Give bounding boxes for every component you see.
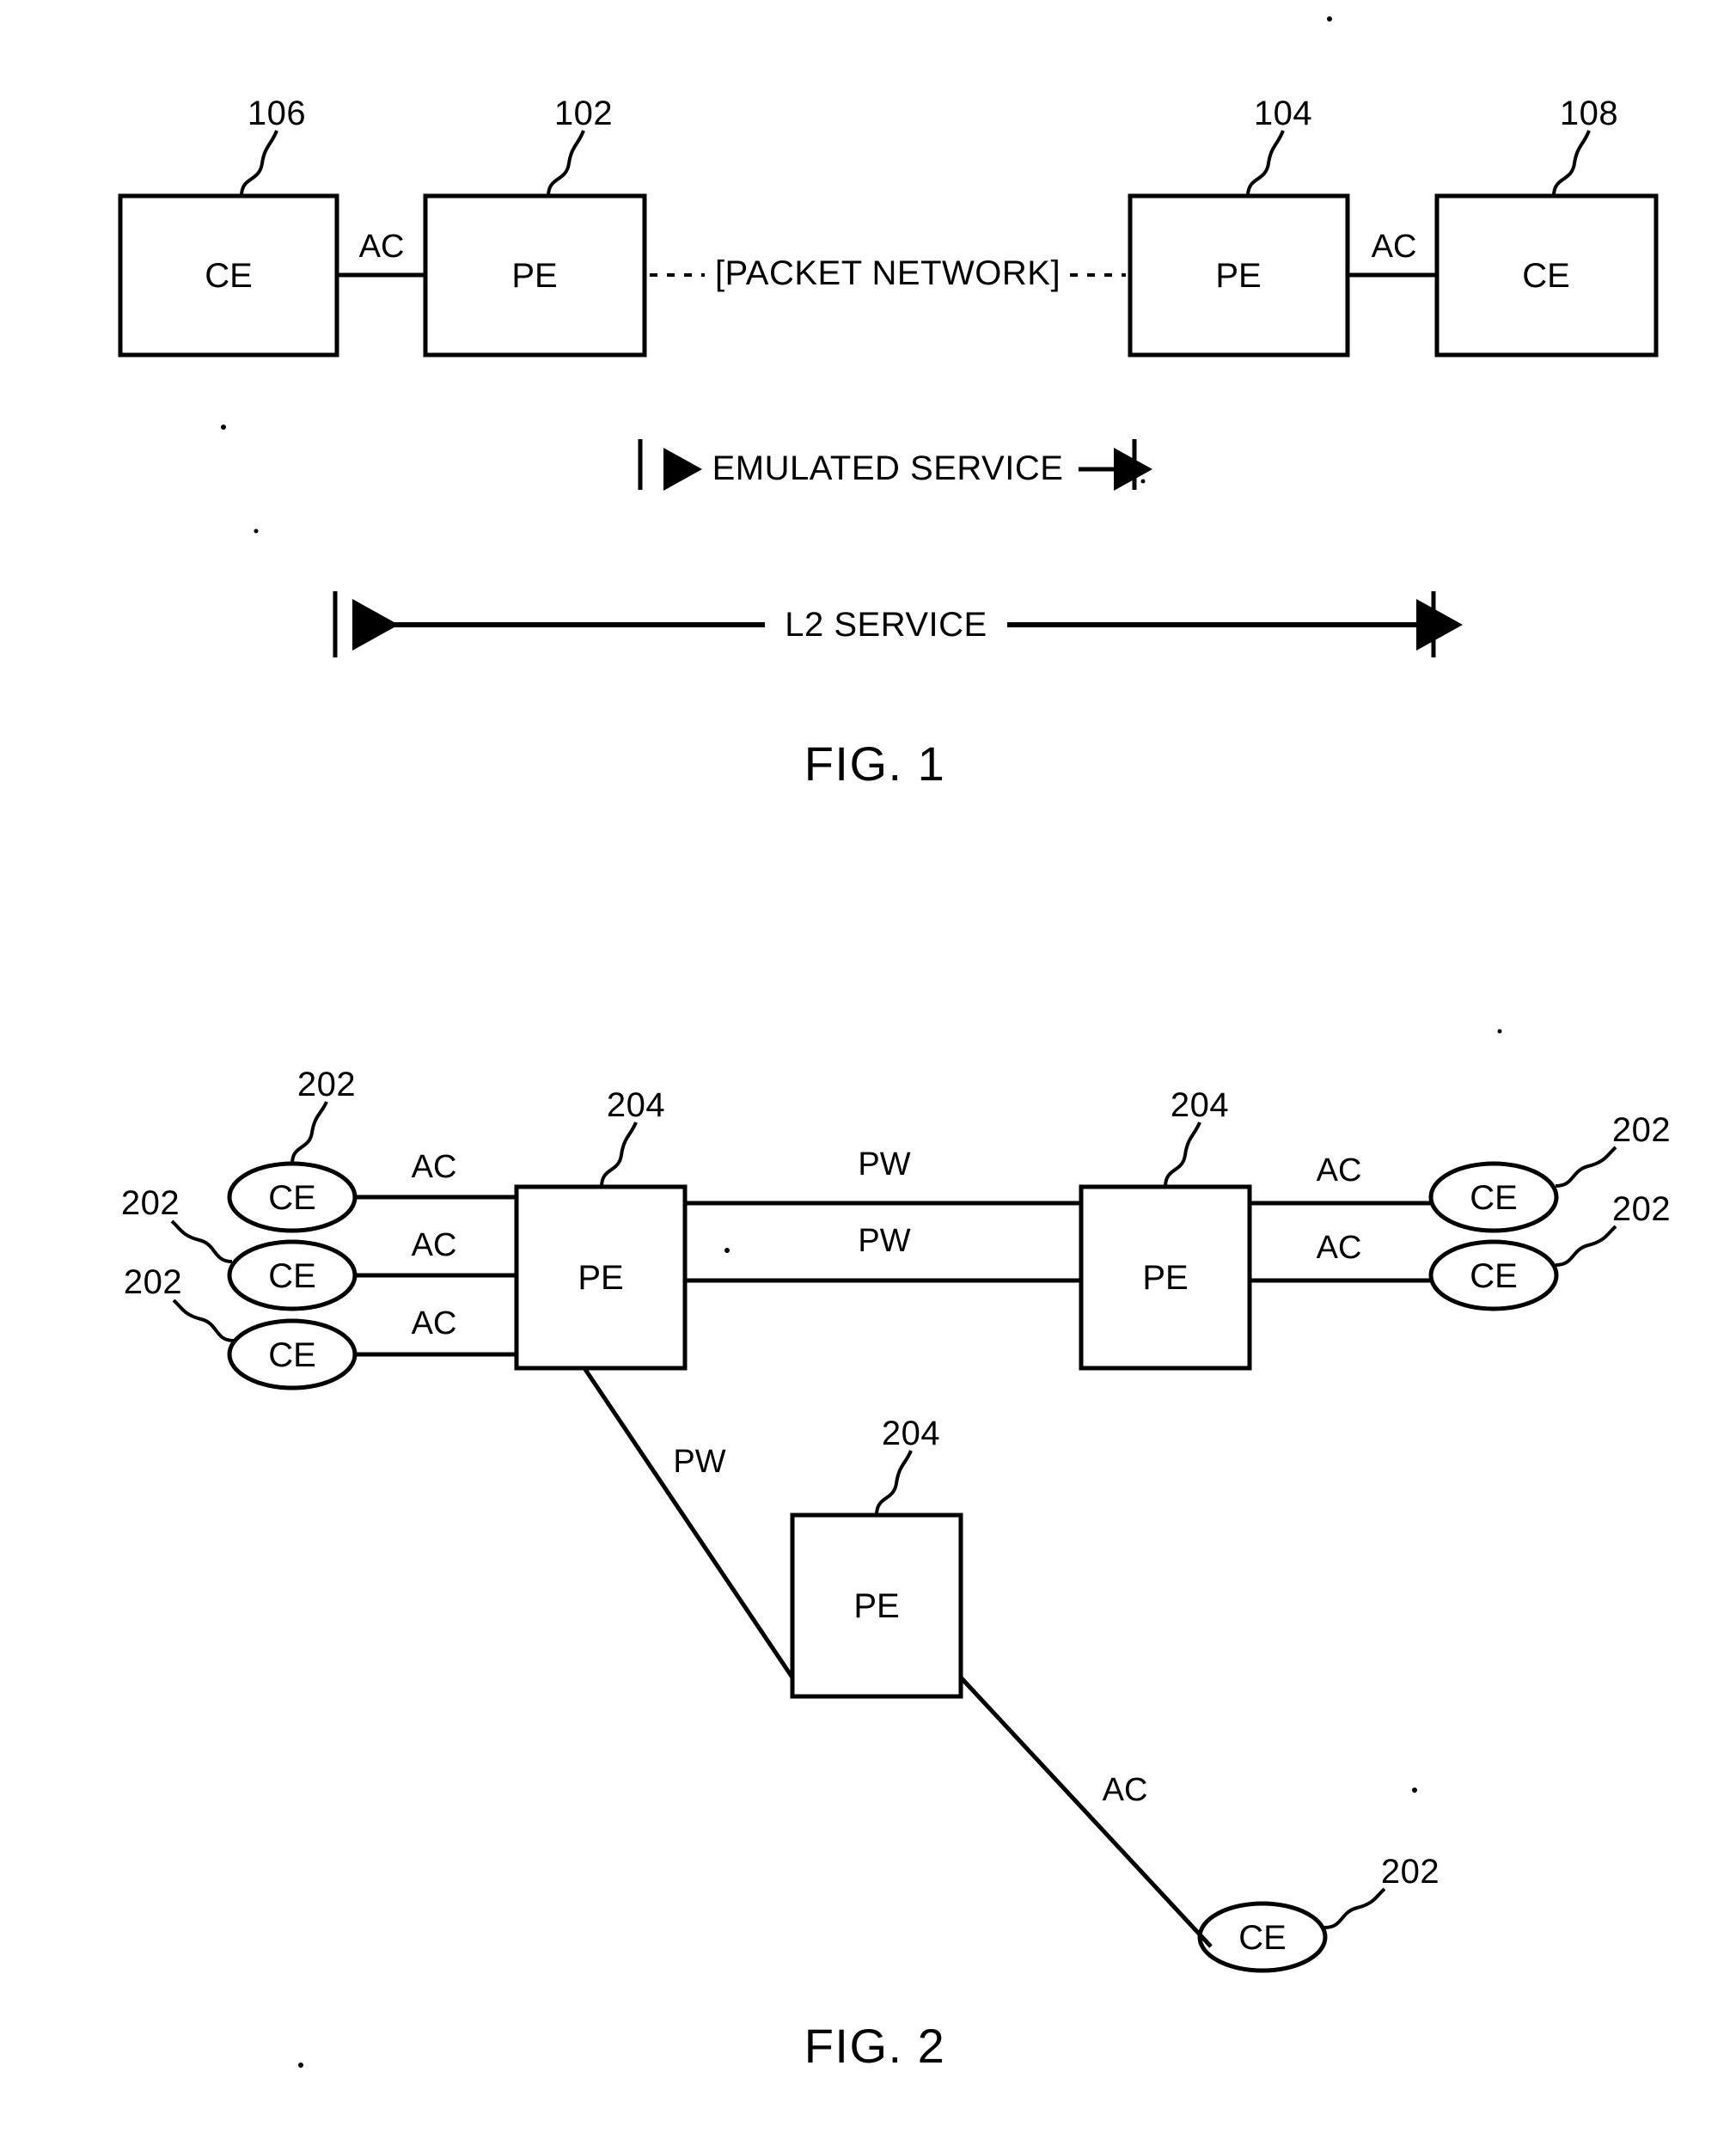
fig2-ce-right-1-label: CE: [1470, 1179, 1518, 1217]
ref-numeral-106: 106: [247, 95, 307, 132]
fig2-ref-numeral-202-f: 202: [1380, 1853, 1440, 1891]
fig2-pe-right-label: PE: [1142, 1259, 1189, 1297]
ref-numeral-102: 102: [553, 95, 614, 132]
fig2-ac-l3-label: AC: [411, 1305, 457, 1341]
fig2-ce-right-2-label: CE: [1470, 1257, 1518, 1295]
fig2-pw-top-label: PW: [858, 1146, 911, 1183]
fig1-leader-102: [547, 130, 585, 197]
scan-speck: [221, 425, 226, 430]
fig2-leader-ce-left-2: [170, 1219, 233, 1263]
fig1-ac-left-label: AC: [358, 229, 405, 265]
fig2-ce-bottom-label: CE: [1238, 1919, 1287, 1957]
scan-speck: [1412, 1788, 1417, 1793]
fig2-ac-l2-label: AC: [411, 1227, 457, 1263]
fig2-ac-bottom-line: [959, 1676, 1213, 1948]
fig2-pw-diag-label: PW: [673, 1444, 726, 1480]
fig2-leader-ce-bottom: [1323, 1887, 1386, 1929]
fig2-ref-numeral-204-right: 204: [1170, 1086, 1230, 1124]
fig2-pw-diag-line: [582, 1366, 795, 1679]
fig2-leader-pe-right: [1164, 1121, 1201, 1188]
scan-speck: [298, 2063, 303, 2068]
fig2-ac-bottom-label: AC: [1102, 1772, 1148, 1808]
scan-speck: [724, 1248, 730, 1253]
ref-numeral-108: 108: [1559, 95, 1619, 132]
fig2-ref-numeral-204-bottom: 204: [881, 1415, 941, 1452]
fig2-ref-numeral-202-a: 202: [296, 1066, 357, 1103]
fig2-leader-ce-right-1: [1555, 1146, 1617, 1188]
fig2-leader-pe-left: [600, 1121, 638, 1188]
fig1-leader-106: [240, 130, 278, 197]
fig1-leader-108: [1552, 130, 1591, 197]
fig2-pe-bottom-label: PE: [853, 1587, 900, 1625]
fig2-ref-numeral-202-b: 202: [120, 1184, 180, 1222]
fig2-leader-pe-bottom: [875, 1450, 913, 1516]
fig1-l2-service-label: L2 SERVICE: [785, 606, 987, 644]
fig2-ref-numeral-202-e: 202: [1611, 1190, 1672, 1228]
fig2-ref-numeral-202-c: 202: [123, 1263, 183, 1301]
fig1-caption: FIG. 1: [804, 736, 946, 791]
drawing-vector-layer: [118, 16, 1659, 2068]
fig1-packet-network-label: [PACKET NETWORK]: [714, 254, 1061, 292]
fig2-leader-ce-right-2: [1555, 1225, 1617, 1267]
fig1-ac-right-label: AC: [1371, 229, 1417, 265]
fig1-leader-104: [1246, 130, 1285, 197]
scan-speck: [254, 529, 259, 534]
scan-speck: [1327, 16, 1332, 21]
fig1-ce-108-label: CE: [1522, 257, 1570, 295]
fig2-leader-ce-left-1: [290, 1101, 328, 1164]
fig2-ce-left-1-label: CE: [268, 1179, 316, 1217]
fig2-ref-numeral-202-d: 202: [1611, 1111, 1672, 1149]
fig2-caption: FIG. 2: [804, 2019, 946, 2073]
fig1-emulated-service-label: EMULATED SERVICE: [712, 449, 1064, 487]
scan-speck: [1140, 479, 1146, 484]
patent-drawing-sheet: 106 102 104 108 CE PE PE CE AC AC [PACKE…: [0, 0, 1736, 2139]
fig2-pw-mid-label: PW: [858, 1223, 911, 1259]
fig2-ac-r2-label: AC: [1316, 1230, 1362, 1266]
fig1-pe-104-label: PE: [1215, 257, 1262, 295]
fig2-pe-left-label: PE: [578, 1259, 624, 1297]
fig1-ce-106-label: CE: [205, 257, 253, 295]
fig2-ac-r1-label: AC: [1316, 1152, 1362, 1189]
fig2-ce-left-3-label: CE: [268, 1336, 316, 1374]
fig2-ac-l1-label: AC: [411, 1149, 457, 1185]
fig1-pe-102-label: PE: [511, 257, 558, 295]
fig2-ref-numeral-204-left: 204: [606, 1086, 666, 1124]
scan-speck: [1497, 1029, 1502, 1034]
fig2-ce-left-2-label: CE: [268, 1257, 316, 1295]
fig2-leader-ce-left-3: [172, 1299, 235, 1342]
ref-numeral-104: 104: [1253, 95, 1313, 132]
